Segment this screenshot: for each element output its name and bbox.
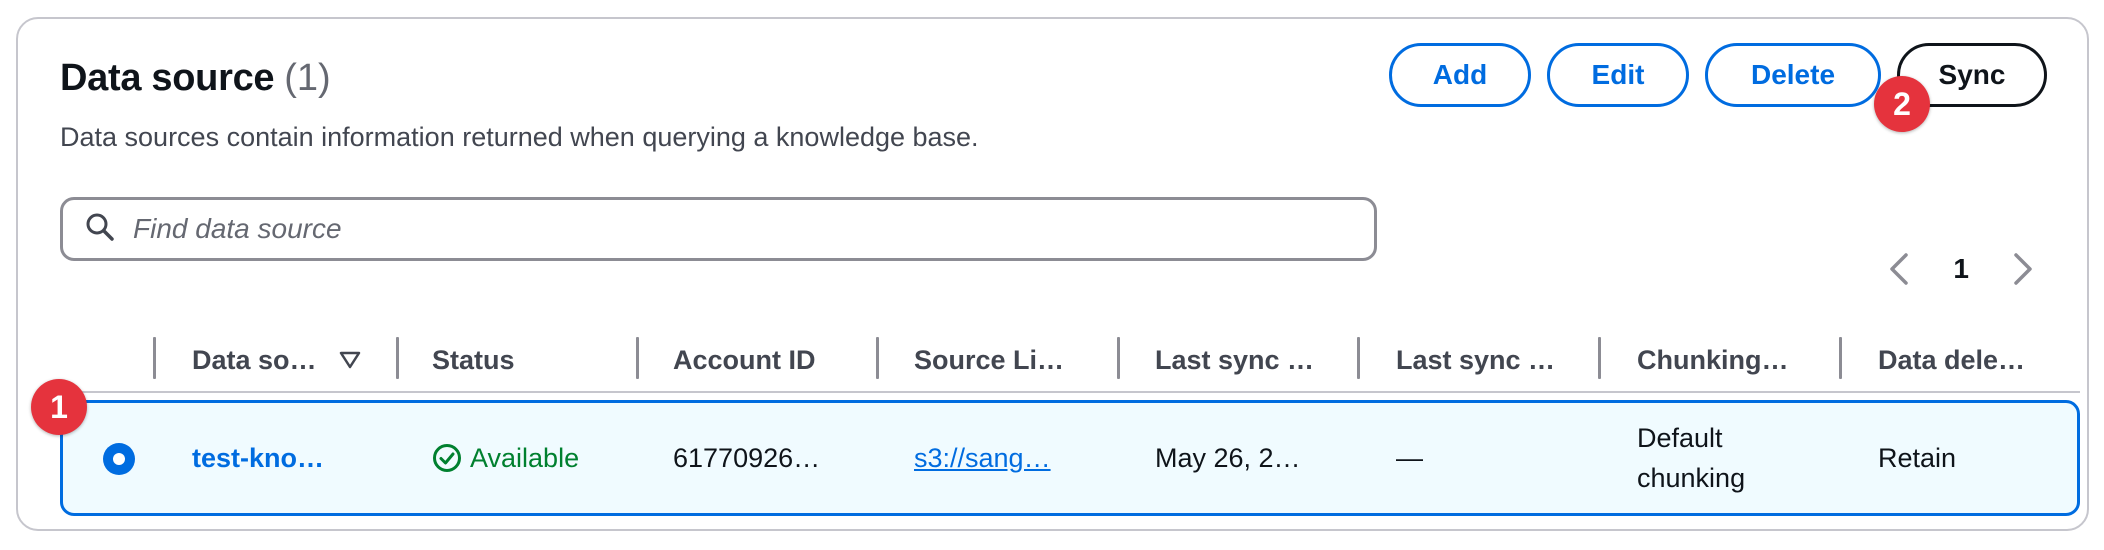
last-sync-warnings-cell: — (1396, 442, 1423, 473)
edit-button[interactable]: Edit (1547, 43, 1689, 107)
page-number[interactable]: 1 (1953, 253, 1969, 285)
column-divider[interactable] (396, 337, 399, 379)
column-header-account-id[interactable]: Account ID (673, 329, 816, 391)
page-title: Data source (60, 57, 275, 99)
next-page-icon[interactable] (2009, 251, 2037, 287)
data-source-panel: Data source (1) Data sources contain inf… (16, 17, 2089, 531)
account-id-cell: 61770926… (673, 442, 821, 473)
column-divider[interactable] (1598, 337, 1601, 379)
previous-page-icon[interactable] (1885, 251, 1913, 287)
table-header: Data so… Status Account ID Source Li… La… (60, 329, 2080, 393)
table-row[interactable]: test-kno… Available 61770926… s3://sang…… (60, 400, 2080, 516)
radio-selected-dot (113, 453, 125, 465)
column-divider (153, 337, 156, 379)
search-input[interactable] (133, 213, 1313, 245)
column-header-data-deletion[interactable]: Data dele… (1878, 329, 2025, 391)
add-button[interactable]: Add (1389, 43, 1531, 107)
column-header-last-sync-time[interactable]: Last sync … (1155, 329, 1314, 391)
chunking-text-line1: Default (1637, 423, 1723, 453)
data-source-name-link[interactable]: test-kno… (192, 403, 324, 513)
item-count: (1) (284, 57, 331, 99)
source-link[interactable]: s3://sang… (914, 403, 1051, 513)
data-deletion-cell: Retain (1878, 442, 1957, 473)
column-header-last-sync-warnings[interactable]: Last sync … (1396, 329, 1555, 391)
column-divider[interactable] (876, 337, 879, 379)
chunking-cell: Default chunking (1637, 403, 1745, 513)
sort-descending-icon[interactable] (339, 351, 361, 369)
delete-button[interactable]: Delete (1705, 43, 1881, 107)
panel-header: Data source (1) (60, 57, 331, 100)
search-box[interactable] (60, 197, 1377, 261)
panel-description: Data sources contain information returne… (60, 122, 979, 152)
column-header-name[interactable]: Data so… (192, 329, 361, 391)
column-header-chunking[interactable]: Chunking… (1637, 329, 1788, 391)
column-divider[interactable] (1357, 337, 1360, 379)
pagination: 1 (1885, 251, 2037, 287)
status-text: Available (470, 442, 580, 473)
step-badge-2: 2 (1874, 76, 1930, 132)
last-sync-time-cell: May 26, 2… (1155, 442, 1301, 473)
chunking-text-line2: chunking (1637, 463, 1746, 493)
step-badge-1: 1 (31, 379, 87, 435)
column-header-source-link[interactable]: Source Li… (914, 329, 1064, 391)
column-header-status[interactable]: Status (432, 329, 515, 391)
check-circle-icon (432, 443, 462, 473)
column-divider[interactable] (1117, 337, 1120, 379)
search-icon (85, 212, 115, 247)
column-divider[interactable] (636, 337, 639, 379)
status-cell: Available (432, 403, 579, 513)
action-buttons: Add Edit Delete Sync (1389, 43, 2047, 107)
column-divider[interactable] (1839, 337, 1842, 379)
row-radio-button[interactable] (103, 443, 135, 475)
